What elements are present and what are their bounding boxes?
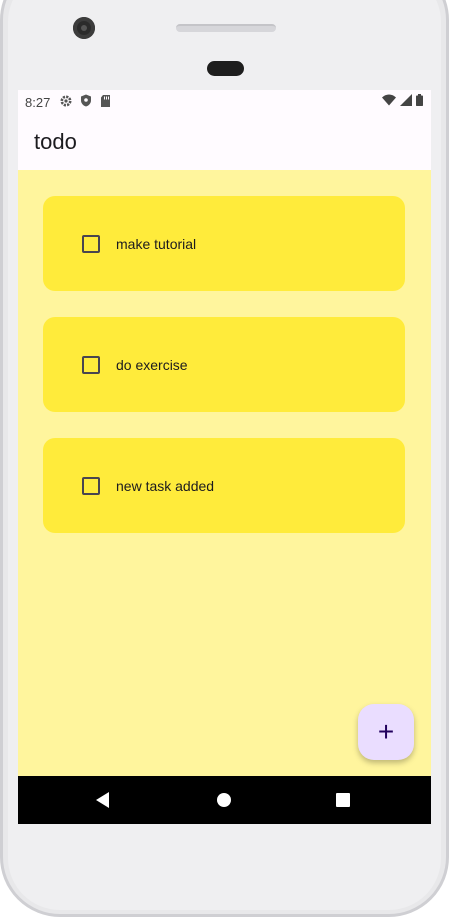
task-checkbox[interactable] (82, 355, 100, 374)
battery-icon (416, 94, 423, 109)
proximity-sensor (207, 61, 244, 76)
signal-icon (400, 94, 412, 109)
task-label: make tutorial (116, 235, 197, 252)
app-title: todo (34, 129, 77, 154)
wifi-icon (382, 94, 396, 109)
add-task-button[interactable]: + (358, 704, 414, 760)
recents-icon[interactable] (336, 793, 350, 807)
task-checkbox[interactable] (82, 476, 100, 495)
back-icon[interactable] (96, 792, 109, 808)
device-frame: 8:27 todo make tutorial do exercise new … (0, 0, 455, 919)
status-right-icons (382, 94, 423, 109)
gear-icon (60, 95, 72, 110)
status-time: 8:27 (25, 94, 51, 110)
task-card[interactable]: do exercise (43, 317, 405, 412)
task-list: make tutorial do exercise new task added (43, 196, 405, 559)
shield-icon (80, 94, 92, 110)
system-nav-bar (18, 776, 431, 824)
plus-icon: + (377, 716, 395, 747)
front-camera (73, 17, 95, 39)
task-label: do exercise (116, 356, 188, 373)
task-checkbox[interactable] (82, 234, 100, 253)
status-bar: 8:27 (18, 90, 431, 114)
app-bar: todo (18, 114, 431, 170)
earpiece-speaker (176, 24, 276, 32)
sd-card-icon (100, 94, 111, 110)
task-card[interactable]: make tutorial (43, 196, 405, 291)
task-card[interactable]: new task added (43, 438, 405, 533)
home-icon[interactable] (217, 793, 231, 807)
task-label: new task added (116, 477, 215, 494)
app-screen: 8:27 todo make tutorial do exercise new … (18, 90, 431, 824)
